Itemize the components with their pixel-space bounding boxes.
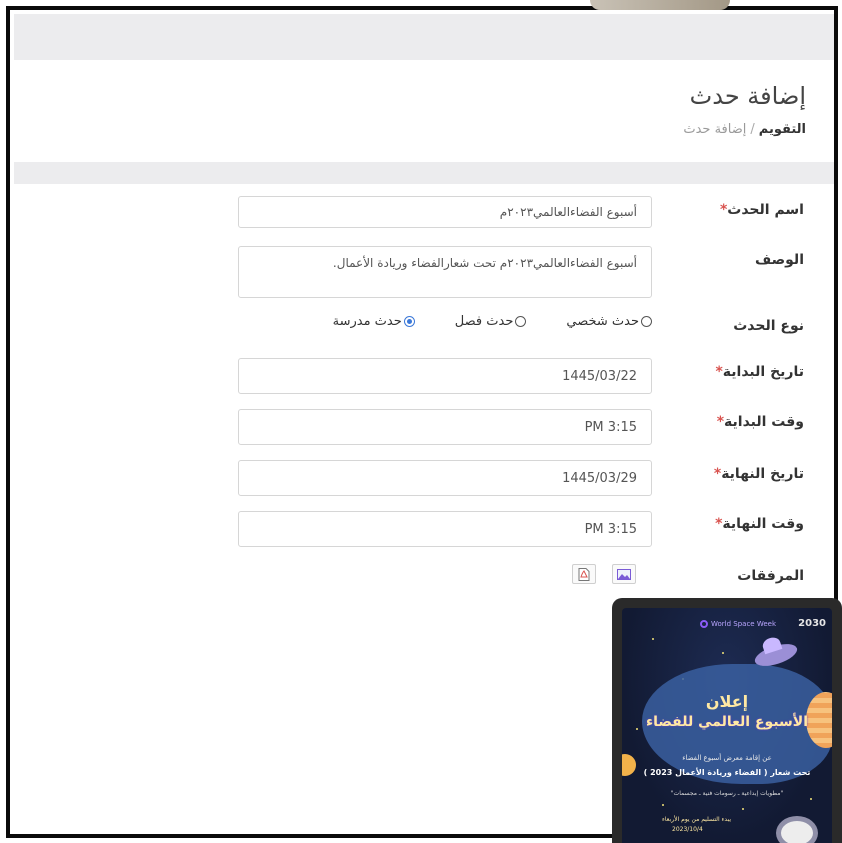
required-mark: * — [715, 364, 723, 380]
event-name-label: اسم الحدث* — [719, 202, 804, 218]
start-time-input[interactable]: 3:15 PM — [238, 409, 652, 445]
start-date-input[interactable]: 1445/03/22 — [238, 358, 652, 394]
end-date-input[interactable]: 1445/03/29 — [238, 460, 652, 496]
required-mark: * — [716, 414, 725, 430]
attachments-label: المرفقات — [737, 568, 804, 584]
poster-title-2: الأسبوع العالمي للفضاء — [645, 714, 809, 730]
breadcrumb: التقويم /إضافة حدث — [683, 122, 806, 137]
end-time-input[interactable]: 3:15 PM — [238, 511, 652, 547]
pdf-icon — [578, 567, 590, 581]
event-type-radio-group: حدث شخصي حدث فصل حدث مدرسة — [264, 314, 652, 329]
section-divider-band — [14, 162, 834, 184]
description-textarea[interactable]: أسبوع الفضاءالعالمي٢٠٢٣م تحت شعارالفضاء … — [238, 246, 652, 298]
image-icon — [617, 568, 631, 580]
decorative-swoosh — [590, 0, 730, 10]
astronaut-helmet-icon — [776, 816, 818, 843]
poster-line-4: يبدء التسليم من يوم الأربعاء — [662, 816, 731, 823]
poster-title-1: إعلان — [705, 692, 749, 711]
end-date-label: تاريخ النهاية* — [713, 466, 804, 482]
page-header: إضافة حدث التقويم/إضافة حدث — [14, 60, 834, 162]
breadcrumb-home-link[interactable]: التقويم — [759, 122, 806, 137]
radio-class-event[interactable]: حدث فصل — [455, 314, 527, 329]
breadcrumb-current: إضافة حدث — [683, 122, 747, 137]
page-title: إضافة حدث — [689, 82, 806, 110]
attach-image-button[interactable] — [612, 564, 636, 584]
poster-logo: World Space Week — [700, 620, 776, 628]
poster-artwork: World Space Week 2030 إعلان الأسبوع العا… — [622, 608, 832, 843]
start-time-label: وقت البداية* — [716, 414, 804, 430]
start-date-label: تاريخ البداية* — [715, 364, 804, 380]
breadcrumb-separator: / — [750, 122, 755, 137]
poster-line-5: 2023/10/4 — [672, 826, 703, 833]
radio-personal-event[interactable]: حدث شخصي — [566, 314, 652, 329]
event-name-input[interactable]: أسبوع الفضاءالعالمي٢٠٢٣م — [238, 196, 652, 228]
radio-school-label: حدث مدرسة — [332, 314, 402, 329]
attach-pdf-button[interactable] — [572, 564, 596, 584]
radio-school-event[interactable]: حدث مدرسة — [333, 314, 415, 329]
radio-class-label: حدث فصل — [454, 314, 514, 329]
radio-personal-label: حدث شخصي — [566, 314, 639, 329]
event-type-label: نوع الحدث — [733, 318, 804, 334]
poster-line-3: "مطويات إبداعية ـ رسومات فنية ـ مجسمات" — [670, 790, 784, 797]
radio-selected-icon — [403, 316, 415, 327]
vision-2030-logo: 2030 — [798, 618, 826, 629]
poster-preview-image: World Space Week 2030 إعلان الأسبوع العا… — [612, 598, 842, 843]
top-bar — [14, 14, 834, 60]
poster-line-2: تحت شعار ( الفضاء وريادة الأعمال 2023 ) — [643, 768, 811, 777]
radio-circle-icon — [515, 316, 527, 327]
poster-line-1: عن إقامة معرض أسبوع الفضاء — [682, 754, 772, 762]
radio-circle-icon — [641, 316, 652, 327]
end-time-label: وقت النهاية* — [715, 516, 804, 532]
description-label: الوصف — [754, 252, 804, 268]
